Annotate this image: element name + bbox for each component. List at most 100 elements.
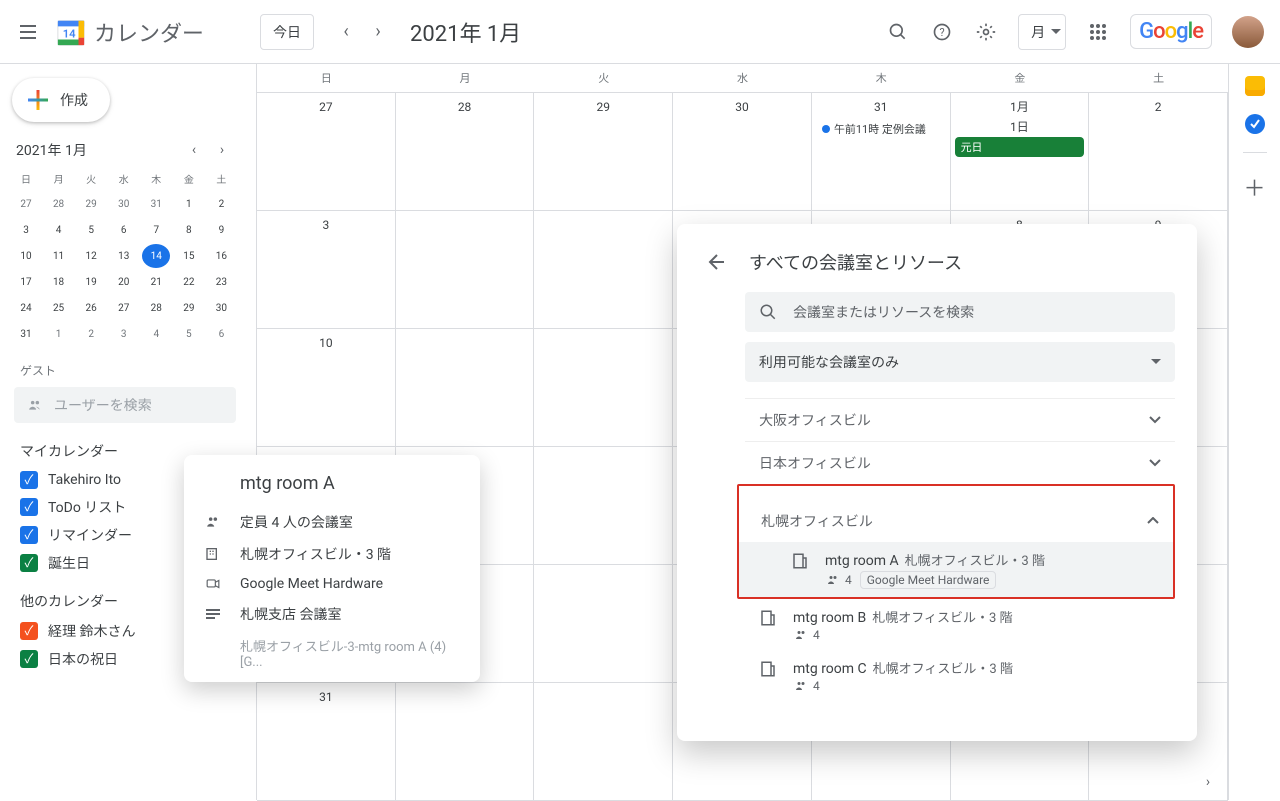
apps-button[interactable] xyxy=(1078,12,1118,52)
mini-cal-day[interactable]: 31 xyxy=(142,192,170,216)
room-search-input[interactable]: 会議室またはリソースを検索 xyxy=(745,292,1175,332)
day-cell[interactable] xyxy=(396,329,535,447)
day-cell[interactable]: 3 xyxy=(257,211,396,329)
today-button[interactable]: 今日 xyxy=(260,14,314,50)
mini-cal-day[interactable]: 28 xyxy=(142,296,170,320)
header: 14 カレンダー 今日 ‹ › 2021年 1月 ? 月 Google xyxy=(0,0,1280,64)
day-cell[interactable] xyxy=(396,211,535,329)
mini-cal-day[interactable]: 11 xyxy=(45,244,73,268)
keep-icon[interactable] xyxy=(1245,76,1265,96)
guest-search-input[interactable]: ユーザーを検索 xyxy=(14,387,236,423)
room-item-c[interactable]: mtg room C札幌オフィスビル・3 階 4 xyxy=(699,650,1175,701)
mini-cal-day[interactable]: 3 xyxy=(12,218,40,242)
room-item-a[interactable]: mtg room A札幌オフィスビル・3 階 4Google Meet Hard… xyxy=(739,542,1173,597)
mini-cal-day[interactable]: 12 xyxy=(77,244,105,268)
account-avatar[interactable] xyxy=(1232,16,1264,48)
mini-cal-day[interactable]: 21 xyxy=(142,270,170,294)
mini-cal-day[interactable]: 6 xyxy=(207,322,235,346)
calendar-logo: 14 xyxy=(56,17,86,47)
add-addon-button[interactable]: ＋ xyxy=(1243,171,1265,203)
search-button[interactable] xyxy=(878,12,918,52)
room-filter-label: 利用可能な会議室のみ xyxy=(759,352,899,372)
mini-cal-day[interactable]: 18 xyxy=(45,270,73,294)
building-row-sapporo[interactable]: 札幌オフィスビル xyxy=(747,500,1173,542)
day-cell[interactable] xyxy=(396,683,535,801)
event-chip[interactable]: 午前11時 定例会議 xyxy=(816,119,946,139)
mini-cal-day[interactable]: 24 xyxy=(12,296,40,320)
day-cell[interactable]: 27 xyxy=(257,93,396,211)
mini-cal-day[interactable]: 30 xyxy=(207,296,235,320)
day-cell[interactable]: 31午前11時 定例会議 xyxy=(812,93,951,211)
back-button[interactable] xyxy=(699,246,731,278)
create-button[interactable]: 作成 xyxy=(12,78,110,122)
mini-cal-day[interactable]: 17 xyxy=(12,270,40,294)
mini-cal-day[interactable]: 14 xyxy=(142,244,170,268)
mini-cal-day[interactable]: 30 xyxy=(110,192,138,216)
next-month-button[interactable]: › xyxy=(362,16,394,48)
mini-cal-day[interactable]: 5 xyxy=(175,322,203,346)
svg-text:?: ? xyxy=(940,26,945,39)
mini-cal-day[interactable]: 7 xyxy=(142,218,170,242)
day-cell[interactable] xyxy=(534,329,673,447)
mini-cal-day[interactable]: 9 xyxy=(207,218,235,242)
day-cell[interactable] xyxy=(534,683,673,801)
expand-corner-button[interactable]: › xyxy=(1196,770,1220,794)
day-cell[interactable]: 2 xyxy=(1089,93,1228,211)
day-cell[interactable]: 31 xyxy=(257,683,396,801)
nav-arrows: ‹ › xyxy=(330,16,394,48)
mini-cal-day[interactable]: 29 xyxy=(77,192,105,216)
mini-cal-day[interactable]: 16 xyxy=(207,244,235,268)
room-filter-select[interactable]: 利用可能な会議室のみ xyxy=(745,342,1175,382)
mini-cal-day[interactable]: 4 xyxy=(45,218,73,242)
settings-button[interactable] xyxy=(966,12,1006,52)
building-row-nihon[interactable]: 日本オフィスビル xyxy=(745,441,1175,484)
mini-cal-day[interactable]: 28 xyxy=(45,192,73,216)
mini-cal-day[interactable]: 3 xyxy=(110,322,138,346)
view-select[interactable]: 月 xyxy=(1018,14,1066,50)
mini-cal-day[interactable]: 20 xyxy=(110,270,138,294)
day-cell[interactable]: 1月 1日元日 xyxy=(951,93,1090,211)
mini-cal-day[interactable]: 22 xyxy=(175,270,203,294)
mini-next-button[interactable]: › xyxy=(210,138,234,162)
mini-cal-day[interactable]: 26 xyxy=(77,296,105,320)
people-icon xyxy=(825,574,841,586)
mini-prev-button[interactable]: ‹ xyxy=(182,138,206,162)
day-cell[interactable] xyxy=(534,565,673,683)
mini-cal-day[interactable]: 29 xyxy=(175,296,203,320)
mini-cal-day[interactable]: 23 xyxy=(207,270,235,294)
help-button[interactable]: ? xyxy=(922,12,962,52)
guest-label: ゲスト xyxy=(8,346,242,383)
tasks-icon[interactable] xyxy=(1245,114,1265,134)
mini-cal-day[interactable]: 4 xyxy=(142,322,170,346)
mini-cal-day[interactable]: 31 xyxy=(12,322,40,346)
day-cell[interactable]: 28 xyxy=(396,93,535,211)
day-cell[interactable]: 10 xyxy=(257,329,396,447)
mini-cal-day[interactable]: 2 xyxy=(207,192,235,216)
building-icon xyxy=(202,546,224,562)
day-cell[interactable] xyxy=(534,447,673,565)
mini-cal-day[interactable]: 1 xyxy=(45,322,73,346)
mini-cal-day[interactable]: 2 xyxy=(77,322,105,346)
tooltip-title: mtg room A xyxy=(240,473,462,494)
prev-month-button[interactable]: ‹ xyxy=(330,16,362,48)
mini-cal-day[interactable]: 27 xyxy=(12,192,40,216)
day-cell[interactable]: 29 xyxy=(534,93,673,211)
mini-cal-day[interactable]: 5 xyxy=(77,218,105,242)
mini-cal-day[interactable]: 13 xyxy=(110,244,138,268)
mini-cal-day[interactable]: 19 xyxy=(77,270,105,294)
main-menu-button[interactable] xyxy=(8,12,48,52)
building-row-osaka[interactable]: 大阪オフィスビル xyxy=(745,398,1175,441)
mini-cal-day[interactable]: 8 xyxy=(175,218,203,242)
mini-cal-day[interactable]: 6 xyxy=(110,218,138,242)
event-chip[interactable]: 元日 xyxy=(955,137,1085,157)
day-cell[interactable] xyxy=(534,211,673,329)
mini-cal-day[interactable]: 15 xyxy=(175,244,203,268)
sidebar: 作成 2021年 1月 ‹ › 日月火水木金土27282930311234567… xyxy=(0,64,256,800)
mini-cal-day[interactable]: 1 xyxy=(175,192,203,216)
day-cell[interactable]: 30 xyxy=(673,93,812,211)
mini-cal-day[interactable]: 10 xyxy=(12,244,40,268)
mini-calendar[interactable]: 日月火水木金土272829303112345678910111213141516… xyxy=(8,166,242,346)
mini-cal-day[interactable]: 25 xyxy=(45,296,73,320)
room-item-b[interactable]: mtg room B札幌オフィスビル・3 階 4 xyxy=(699,599,1175,650)
mini-cal-day[interactable]: 27 xyxy=(110,296,138,320)
